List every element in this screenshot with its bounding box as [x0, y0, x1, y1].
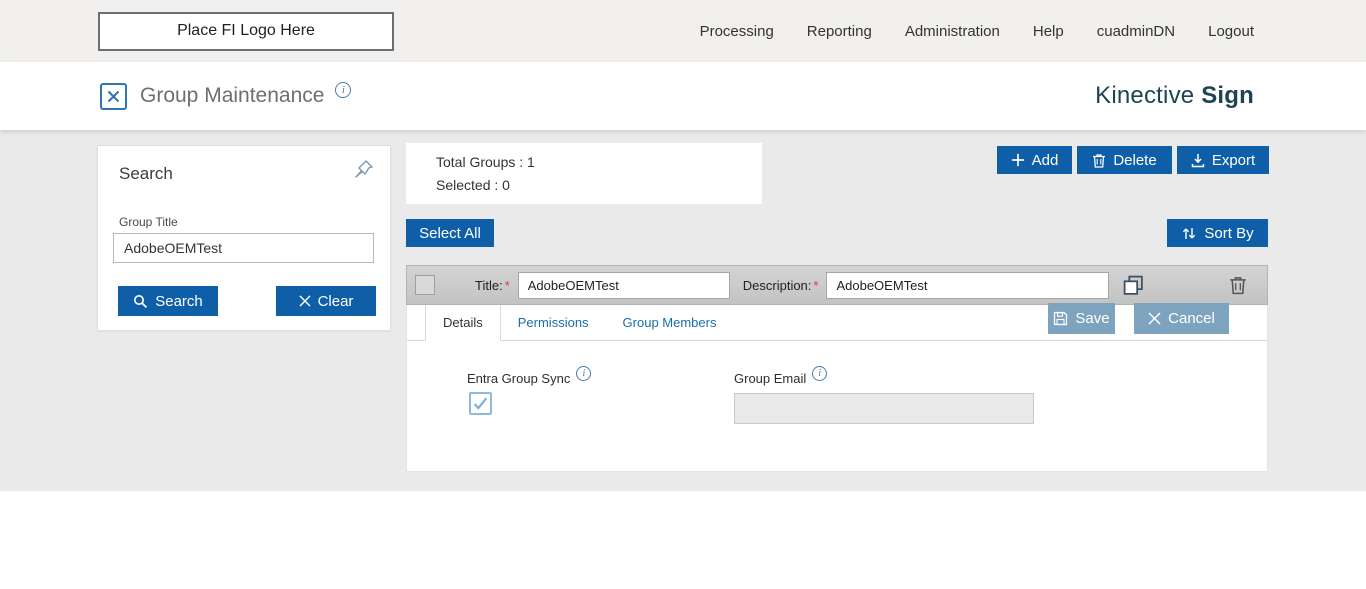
title-required-marker: *: [505, 278, 510, 293]
clear-button-label: Clear: [318, 293, 354, 310]
group-row: Title: * Description: *: [406, 265, 1268, 305]
brand-second: Sign: [1201, 82, 1254, 109]
cancel-x-icon: [1148, 312, 1161, 325]
nav-processing[interactable]: Processing: [700, 23, 774, 40]
save-floppy-icon: [1053, 311, 1068, 326]
select-all-button[interactable]: Select All: [406, 219, 494, 247]
copy-group-button[interactable]: [1122, 274, 1145, 297]
export-button-label: Export: [1212, 152, 1255, 169]
entra-group-sync-checkbox[interactable]: [469, 392, 492, 415]
entra-group-sync-label: Entra Group Sync: [467, 371, 570, 386]
save-button-label: Save: [1075, 310, 1109, 327]
entra-info-icon[interactable]: i: [576, 366, 591, 381]
nav-user-cuadmindn[interactable]: cuadminDN: [1097, 23, 1175, 40]
entra-group-sync-field: Entra Group Sync i: [467, 371, 591, 386]
tab-group-members[interactable]: Group Members: [606, 305, 734, 340]
summary-box: Total Groups : 1 Selected : 0: [406, 143, 762, 204]
add-button-label: Add: [1032, 152, 1059, 169]
search-panel: Search Group Title Search Clear: [97, 145, 391, 331]
app-header: Group Maintenance i Kinective Sign: [0, 62, 1366, 130]
pin-icon[interactable]: [354, 159, 374, 182]
clear-button[interactable]: Clear: [276, 286, 376, 316]
nav-help[interactable]: Help: [1033, 23, 1064, 40]
checkmark-icon: [473, 397, 488, 410]
top-bar: Place FI Logo Here Processing Reporting …: [0, 0, 1366, 62]
group-title-label: Group Title: [119, 215, 178, 229]
description-input[interactable]: [826, 272, 1109, 299]
group-row-checkbox[interactable]: [415, 275, 435, 295]
description-required-marker: *: [813, 278, 818, 293]
brand-first: Kinective: [1095, 82, 1194, 109]
brand-logo: Kinective Sign: [1095, 82, 1254, 110]
sort-arrows-icon: [1181, 226, 1197, 241]
nav-reporting[interactable]: Reporting: [807, 23, 872, 40]
tab-permissions[interactable]: Permissions: [501, 305, 606, 340]
nav-administration[interactable]: Administration: [905, 23, 1000, 40]
top-nav: Processing Reporting Administration Help…: [700, 23, 1254, 40]
search-icon: [133, 294, 148, 309]
title-input[interactable]: [518, 272, 730, 299]
copy-icon: [1122, 274, 1145, 297]
sort-by-label: Sort By: [1204, 225, 1253, 242]
download-icon: [1191, 153, 1205, 168]
page-title-info-icon[interactable]: i: [335, 82, 351, 98]
search-button[interactable]: Search: [118, 286, 218, 316]
group-maintenance-icon: [100, 83, 127, 110]
delete-button-label: Delete: [1113, 152, 1156, 169]
signature-x-icon: [106, 89, 121, 104]
tab-details[interactable]: Details: [425, 305, 501, 341]
add-button[interactable]: Add: [997, 146, 1072, 174]
group-email-info-icon[interactable]: i: [812, 366, 827, 381]
page-title: Group Maintenance: [140, 84, 324, 108]
cancel-button-label: Cancel: [1168, 310, 1215, 327]
fi-logo-text: Place FI Logo Here: [177, 22, 315, 40]
nav-logout[interactable]: Logout: [1208, 23, 1254, 40]
trash-icon: [1092, 153, 1106, 168]
export-button[interactable]: Export: [1177, 146, 1269, 174]
plus-icon: [1011, 153, 1025, 167]
title-label: Title:: [475, 278, 503, 293]
search-panel-title: Search: [119, 164, 173, 184]
delete-group-row-button[interactable]: [1229, 275, 1247, 295]
select-all-label: Select All: [419, 225, 481, 242]
group-email-label: Group Email: [734, 371, 806, 386]
clear-x-icon: [299, 295, 311, 307]
selected-count-text: Selected : 0: [436, 177, 762, 193]
delete-button[interactable]: Delete: [1077, 146, 1172, 174]
description-label: Description:: [743, 278, 812, 293]
group-email-field: Group Email i: [734, 371, 827, 386]
sort-by-button[interactable]: Sort By: [1167, 219, 1268, 247]
fi-logo-placeholder: Place FI Logo Here: [98, 12, 394, 51]
group-title-input[interactable]: [113, 233, 374, 263]
total-groups-text: Total Groups : 1: [436, 154, 762, 170]
cancel-button[interactable]: Cancel: [1134, 303, 1229, 334]
group-email-input: [734, 393, 1034, 424]
search-button-label: Search: [155, 293, 203, 310]
save-button[interactable]: Save: [1048, 303, 1115, 334]
main-content: Search Group Title Search Clear Total Gr…: [0, 130, 1366, 589]
trash-icon: [1229, 275, 1247, 295]
